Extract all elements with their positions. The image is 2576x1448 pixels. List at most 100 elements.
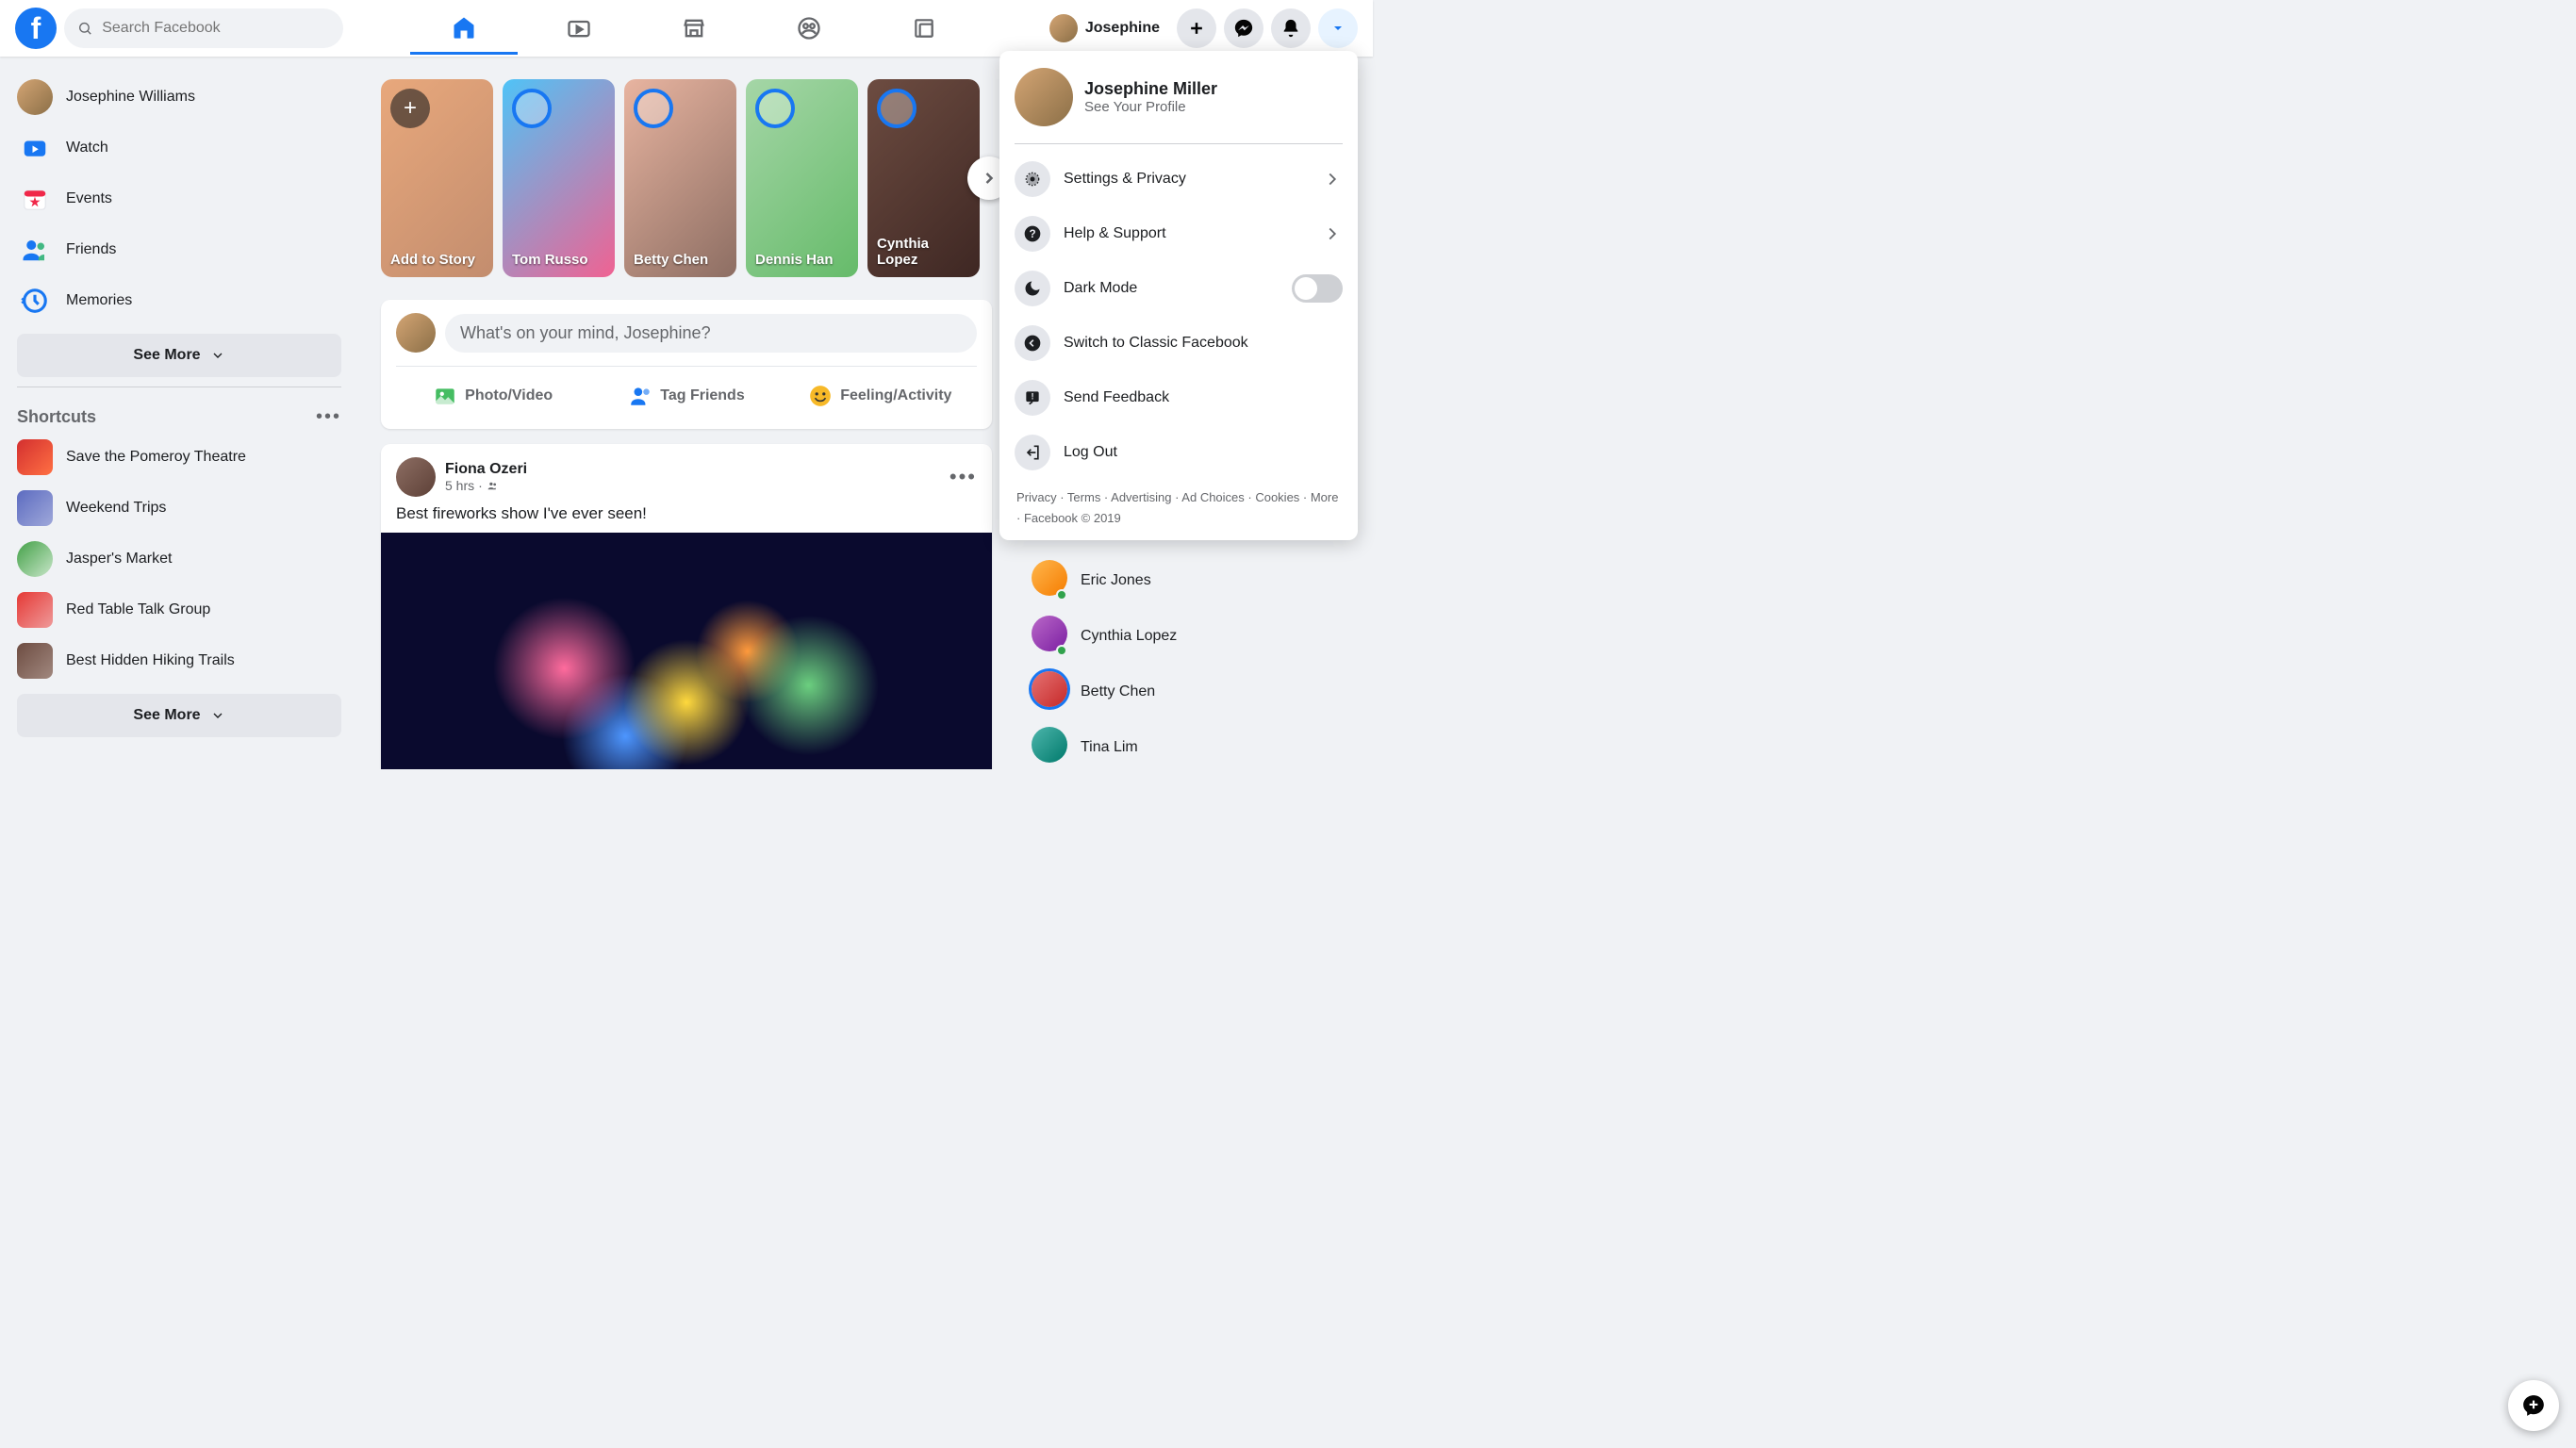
- sidebar-item-friends[interactable]: Friends: [8, 224, 351, 275]
- sidebar-item-label: Memories: [66, 292, 132, 309]
- dropdown-profile-link[interactable]: Josephine Miller See Your Profile: [1015, 62, 1343, 141]
- top-nav: [343, 2, 1046, 55]
- groups-icon: [796, 15, 822, 41]
- post-author[interactable]: Fiona Ozeri: [445, 461, 527, 478]
- friends-icon: [17, 232, 53, 268]
- shortcut-thumb: [17, 541, 53, 577]
- online-indicator: [1056, 589, 1067, 601]
- marketplace-icon: [681, 15, 707, 41]
- chevron-down-icon: [210, 708, 225, 723]
- post-menu-button[interactable]: •••: [949, 465, 977, 489]
- search-input[interactable]: [102, 20, 330, 37]
- nav-watch[interactable]: [525, 2, 633, 55]
- shortcut-item[interactable]: Save the Pomeroy Theatre: [8, 432, 351, 483]
- darkmode-toggle[interactable]: [1292, 274, 1343, 303]
- chevron-right-icon: [1322, 223, 1343, 244]
- see-more-button[interactable]: See More: [17, 334, 341, 377]
- composer-tag-button[interactable]: Tag Friends: [589, 376, 783, 416]
- dropdown-footer[interactable]: Privacy · Terms · Advertising · Ad Choic…: [1015, 480, 1343, 531]
- sidebar-item-memories[interactable]: Memories: [8, 275, 351, 326]
- feed: + Add to Story Tom Russo Betty Chen Denn…: [358, 57, 1015, 769]
- events-icon: ★: [17, 181, 53, 217]
- post-image[interactable]: [381, 533, 992, 769]
- composer-input[interactable]: What's on your mind, Josephine?: [445, 314, 977, 353]
- dropdown-profile-name: Josephine Miller: [1084, 79, 1217, 99]
- search-icon: [77, 20, 92, 37]
- contact-item[interactable]: Cynthia Lopez: [1022, 608, 1365, 664]
- composer-feeling-button[interactable]: Feeling/Activity: [784, 376, 977, 416]
- dropdown-classic[interactable]: Switch to Classic Facebook: [1015, 316, 1343, 370]
- chevron-down-icon: [210, 348, 225, 363]
- audience-icon: [487, 480, 499, 492]
- messenger-button[interactable]: [1224, 8, 1263, 48]
- header: f Josephine: [0, 0, 1373, 57]
- moon-icon: [1015, 271, 1050, 306]
- gaming-icon: [912, 16, 936, 41]
- shortcuts-menu[interactable]: •••: [316, 406, 341, 428]
- plus-icon: +: [390, 89, 430, 128]
- back-arrow-icon: [1015, 325, 1050, 361]
- nav-groups[interactable]: [755, 2, 863, 55]
- sidebar-item-profile[interactable]: Josephine Williams: [8, 72, 351, 123]
- dropdown-logout[interactable]: Log Out: [1015, 425, 1343, 480]
- shortcut-thumb: [17, 439, 53, 475]
- sidebar-item-watch[interactable]: Watch: [8, 123, 351, 173]
- shortcut-item[interactable]: Best Hidden Hiking Trails: [8, 635, 351, 686]
- avatar: [1049, 14, 1078, 42]
- gear-icon: [1015, 161, 1050, 197]
- account-dropdown: Josephine Miller See Your Profile Settin…: [999, 51, 1358, 540]
- contact-item[interactable]: Betty Chen: [1022, 664, 1365, 719]
- svg-text:★: ★: [29, 196, 41, 209]
- contact-item[interactable]: Eric Jones: [1022, 552, 1365, 608]
- avatar: [1032, 727, 1067, 763]
- composer-photo-button[interactable]: Photo/Video: [396, 376, 589, 416]
- stories-row: + Add to Story Tom Russo Betty Chen Denn…: [381, 79, 992, 277]
- chevron-right-icon: [980, 169, 999, 188]
- sidebar-item-events[interactable]: ★ Events: [8, 173, 351, 224]
- dropdown-settings[interactable]: Settings & Privacy: [1015, 152, 1343, 206]
- left-sidebar: Josephine Williams Watch ★ Events Friend…: [0, 57, 358, 769]
- dropdown-feedback[interactable]: ! Send Feedback: [1015, 370, 1343, 425]
- search-bar[interactable]: [64, 8, 343, 48]
- shortcut-thumb: [17, 592, 53, 628]
- account-menu-button[interactable]: [1318, 8, 1358, 48]
- shortcut-item[interactable]: Red Table Talk Group: [8, 584, 351, 635]
- story-create[interactable]: + Add to Story: [381, 79, 493, 277]
- dropdown-darkmode[interactable]: Dark Mode: [1015, 261, 1343, 316]
- avatar[interactable]: [396, 313, 436, 353]
- facebook-logo[interactable]: f: [15, 8, 57, 49]
- shortcut-thumb: [17, 643, 53, 679]
- help-icon: ?: [1015, 216, 1050, 252]
- story-card[interactable]: Cynthia Lopez: [867, 79, 980, 277]
- bell-icon: [1280, 18, 1301, 39]
- notifications-button[interactable]: [1271, 8, 1311, 48]
- tag-icon: [628, 384, 652, 408]
- svg-text:?: ?: [1029, 228, 1035, 240]
- nav-gaming[interactable]: [870, 2, 978, 55]
- post-text: Best fireworks show I've ever seen!: [381, 504, 992, 533]
- svg-text:!: !: [1031, 392, 1033, 402]
- shortcut-item[interactable]: Weekend Trips: [8, 483, 351, 534]
- post-card: Fiona Ozeri 5 hrs · ••• Best fireworks s…: [381, 444, 992, 769]
- header-right: Josephine: [1046, 8, 1358, 48]
- new-message-icon: [2521, 1393, 2546, 1418]
- profile-chip[interactable]: Josephine: [1046, 10, 1169, 46]
- shortcut-item[interactable]: Jasper's Market: [8, 534, 351, 584]
- new-message-fab[interactable]: [2508, 1380, 2559, 1431]
- watch-icon: [17, 130, 53, 166]
- story-card[interactable]: Betty Chen: [624, 79, 736, 277]
- dropdown-profile-sub: See Your Profile: [1084, 99, 1217, 115]
- contact-item[interactable]: Tina Lim: [1022, 719, 1365, 769]
- nav-marketplace[interactable]: [640, 2, 748, 55]
- shortcuts-title: Shortcuts: [17, 407, 96, 427]
- create-button[interactable]: [1177, 8, 1216, 48]
- post-avatar[interactable]: [396, 457, 436, 497]
- story-card[interactable]: Tom Russo: [503, 79, 615, 277]
- story-card[interactable]: Dennis Han: [746, 79, 858, 277]
- nav-home[interactable]: [410, 2, 518, 55]
- sidebar-item-label: Events: [66, 190, 112, 207]
- story-avatar: [877, 89, 916, 128]
- see-more-shortcuts-button[interactable]: See More: [17, 694, 341, 737]
- profile-name: Josephine: [1085, 20, 1160, 37]
- dropdown-help[interactable]: ? Help & Support: [1015, 206, 1343, 261]
